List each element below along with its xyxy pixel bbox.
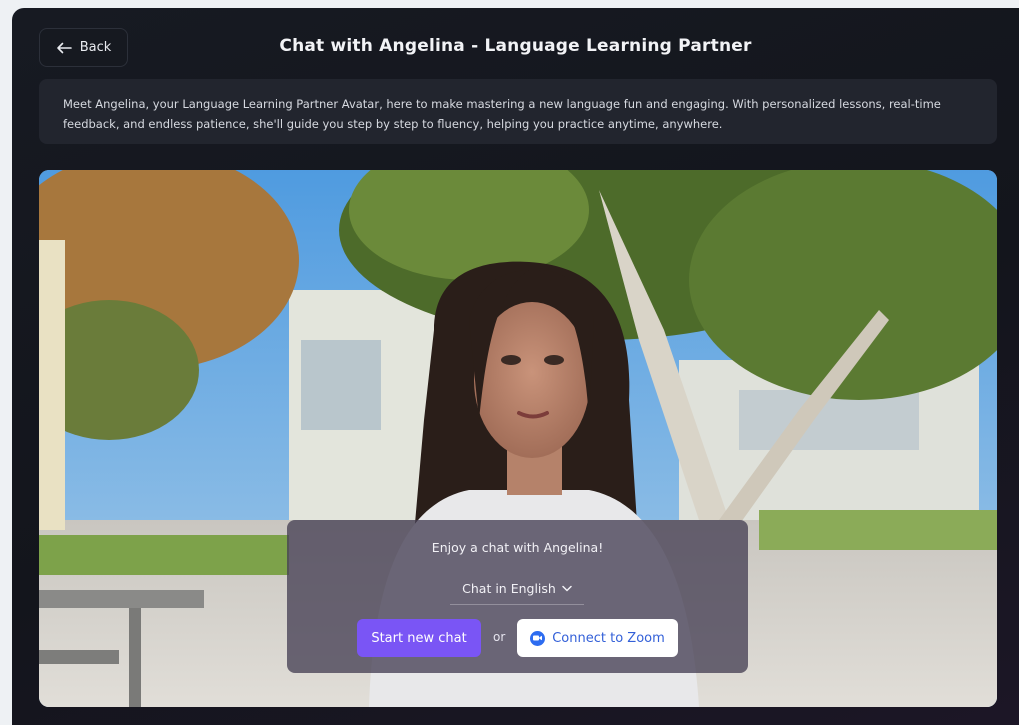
language-select-value: Chat in English [462, 581, 556, 596]
chevron-down-icon [562, 585, 572, 592]
connect-to-zoom-label: Connect to Zoom [552, 630, 665, 646]
chat-invite-heading: Enjoy a chat with Angelina! [431, 540, 604, 555]
description-box: Meet Angelina, your Language Learning Pa… [39, 79, 997, 144]
zoom-logo-icon [530, 630, 546, 646]
back-button[interactable]: Back [39, 28, 128, 67]
language-select[interactable]: Chat in English [450, 573, 584, 605]
connect-to-zoom-button[interactable]: Connect to Zoom [517, 619, 678, 657]
or-separator: or [493, 630, 506, 644]
page-title: Chat with Angelina - Language Learning P… [279, 36, 752, 56]
description-text: Meet Angelina, your Language Learning Pa… [63, 97, 941, 131]
back-label: Back [79, 40, 112, 55]
avatar-video[interactable]: Enjoy a chat with Angelina! Chat in Engl… [39, 170, 997, 707]
app-window: Back Chat with Angelina - Language Learn… [12, 8, 1019, 725]
chat-start-panel: Enjoy a chat with Angelina! Chat in Engl… [287, 520, 748, 673]
arrow-left-icon [56, 42, 72, 53]
start-new-chat-button[interactable]: Start new chat [357, 619, 481, 657]
